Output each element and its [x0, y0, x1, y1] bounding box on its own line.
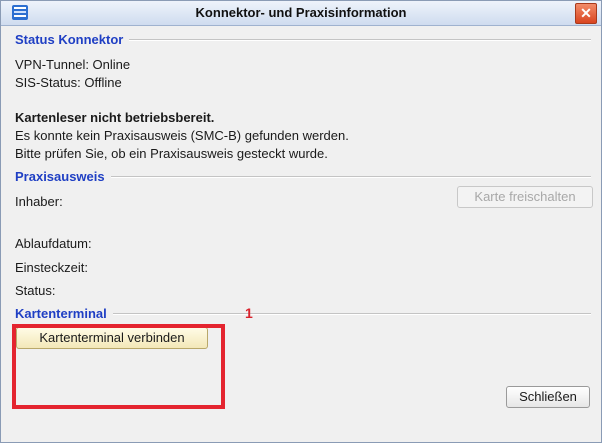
unlock-card-button[interactable]: Karte freischalten — [457, 186, 593, 208]
annotation-number: 1 — [245, 305, 253, 321]
einsteckzeit-label: Einsteckzeit: — [15, 260, 88, 275]
divider — [110, 175, 591, 178]
close-window-button[interactable]: ✕ — [575, 3, 597, 24]
sis-status: SIS-Status: Offline — [15, 75, 122, 90]
error-line-1: Es konnte kein Praxisausweis (SMC-B) gef… — [15, 128, 349, 143]
section-status-konnektor: Status Konnektor — [15, 30, 591, 48]
section-heading: Praxisausweis — [15, 168, 105, 184]
error-title: Kartenleser nicht betriebsbereit. — [15, 110, 215, 125]
ablaufdatum-label: Ablaufdatum: — [15, 236, 92, 251]
section-kartenterminal: Kartenterminal — [15, 304, 591, 322]
close-button[interactable]: Schließen — [506, 386, 590, 408]
section-heading: Status Konnektor — [15, 31, 124, 47]
title-bar: Konnektor- und Praxisinformation ✕ — [1, 1, 601, 26]
close-icon: ✕ — [580, 5, 592, 21]
dialog-window: Konnektor- und Praxisinformation ✕ Statu… — [0, 0, 602, 443]
section-praxisausweis: Praxisausweis — [15, 167, 591, 185]
inhaber-label: Inhaber: — [15, 194, 63, 209]
error-line-2: Bitte prüfen Sie, ob ein Praxisausweis g… — [15, 146, 328, 161]
annotation-highlight-box — [12, 324, 225, 409]
divider — [129, 38, 591, 41]
window-title: Konnektor- und Praxisinformation — [195, 5, 407, 20]
vpn-status: VPN-Tunnel: Online — [15, 57, 131, 72]
status-label: Status: — [15, 283, 56, 298]
section-heading: Kartenterminal — [15, 305, 107, 321]
divider — [112, 312, 591, 315]
